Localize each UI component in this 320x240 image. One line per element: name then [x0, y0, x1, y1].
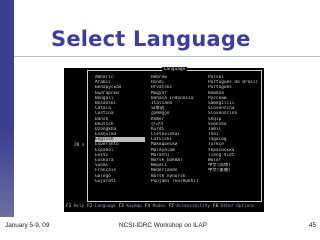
- function-key-f2[interactable]: F2: [87, 204, 95, 209]
- dialog-title: Language: [161, 67, 188, 73]
- language-option[interactable]: [208, 179, 258, 184]
- language-option[interactable]: Punjabi (Gurmukhi): [151, 179, 199, 184]
- footer-workshop: NCSI-IDRC Workshop on ILAP: [119, 222, 207, 229]
- function-key-f1[interactable]: F1: [66, 204, 74, 209]
- language-column-2: Hebrew Hindi Hrvatski Magyar Bahasa Indonesi…: [151, 75, 199, 184]
- slide-sidebar-bar: [0, 0, 14, 217]
- function-key-label: Language: [94, 204, 116, 209]
- language-column-3: Polski Português do Brasil Português Română…: [208, 75, 258, 184]
- function-key-label: Other Options: [220, 204, 255, 209]
- function-key-label: Help: [73, 204, 85, 209]
- function-key-f4[interactable]: F4: [145, 204, 153, 209]
- language-dialog: Language Amharic Arabic Беларуская Българск…: [87, 67, 262, 202]
- function-key-label: Keymap: [126, 204, 142, 209]
- language-column-1: Amharic Arabic Беларуская Български Bengali B…: [95, 75, 145, 184]
- footer-date: January 5-9, 09: [5, 222, 50, 229]
- function-key-label: Accessibility: [176, 204, 210, 209]
- slide-number: 45: [309, 222, 317, 229]
- installer-screenshot: 20 s Language Amharic Arabic Беларуская Бъл…: [64, 67, 264, 212]
- boot-timer-label: 20 s: [74, 143, 85, 148]
- function-key-bar: F1 Help F2 Language F3 Keymap F4 Modes F5 Ac…: [66, 204, 257, 210]
- title-divider: [14, 56, 320, 57]
- function-key-label: Modes: [152, 204, 166, 209]
- slide-title: Select Language: [51, 27, 251, 51]
- function-key-f6[interactable]: F6: [213, 204, 221, 209]
- language-option[interactable]: Gujarati: [95, 179, 145, 184]
